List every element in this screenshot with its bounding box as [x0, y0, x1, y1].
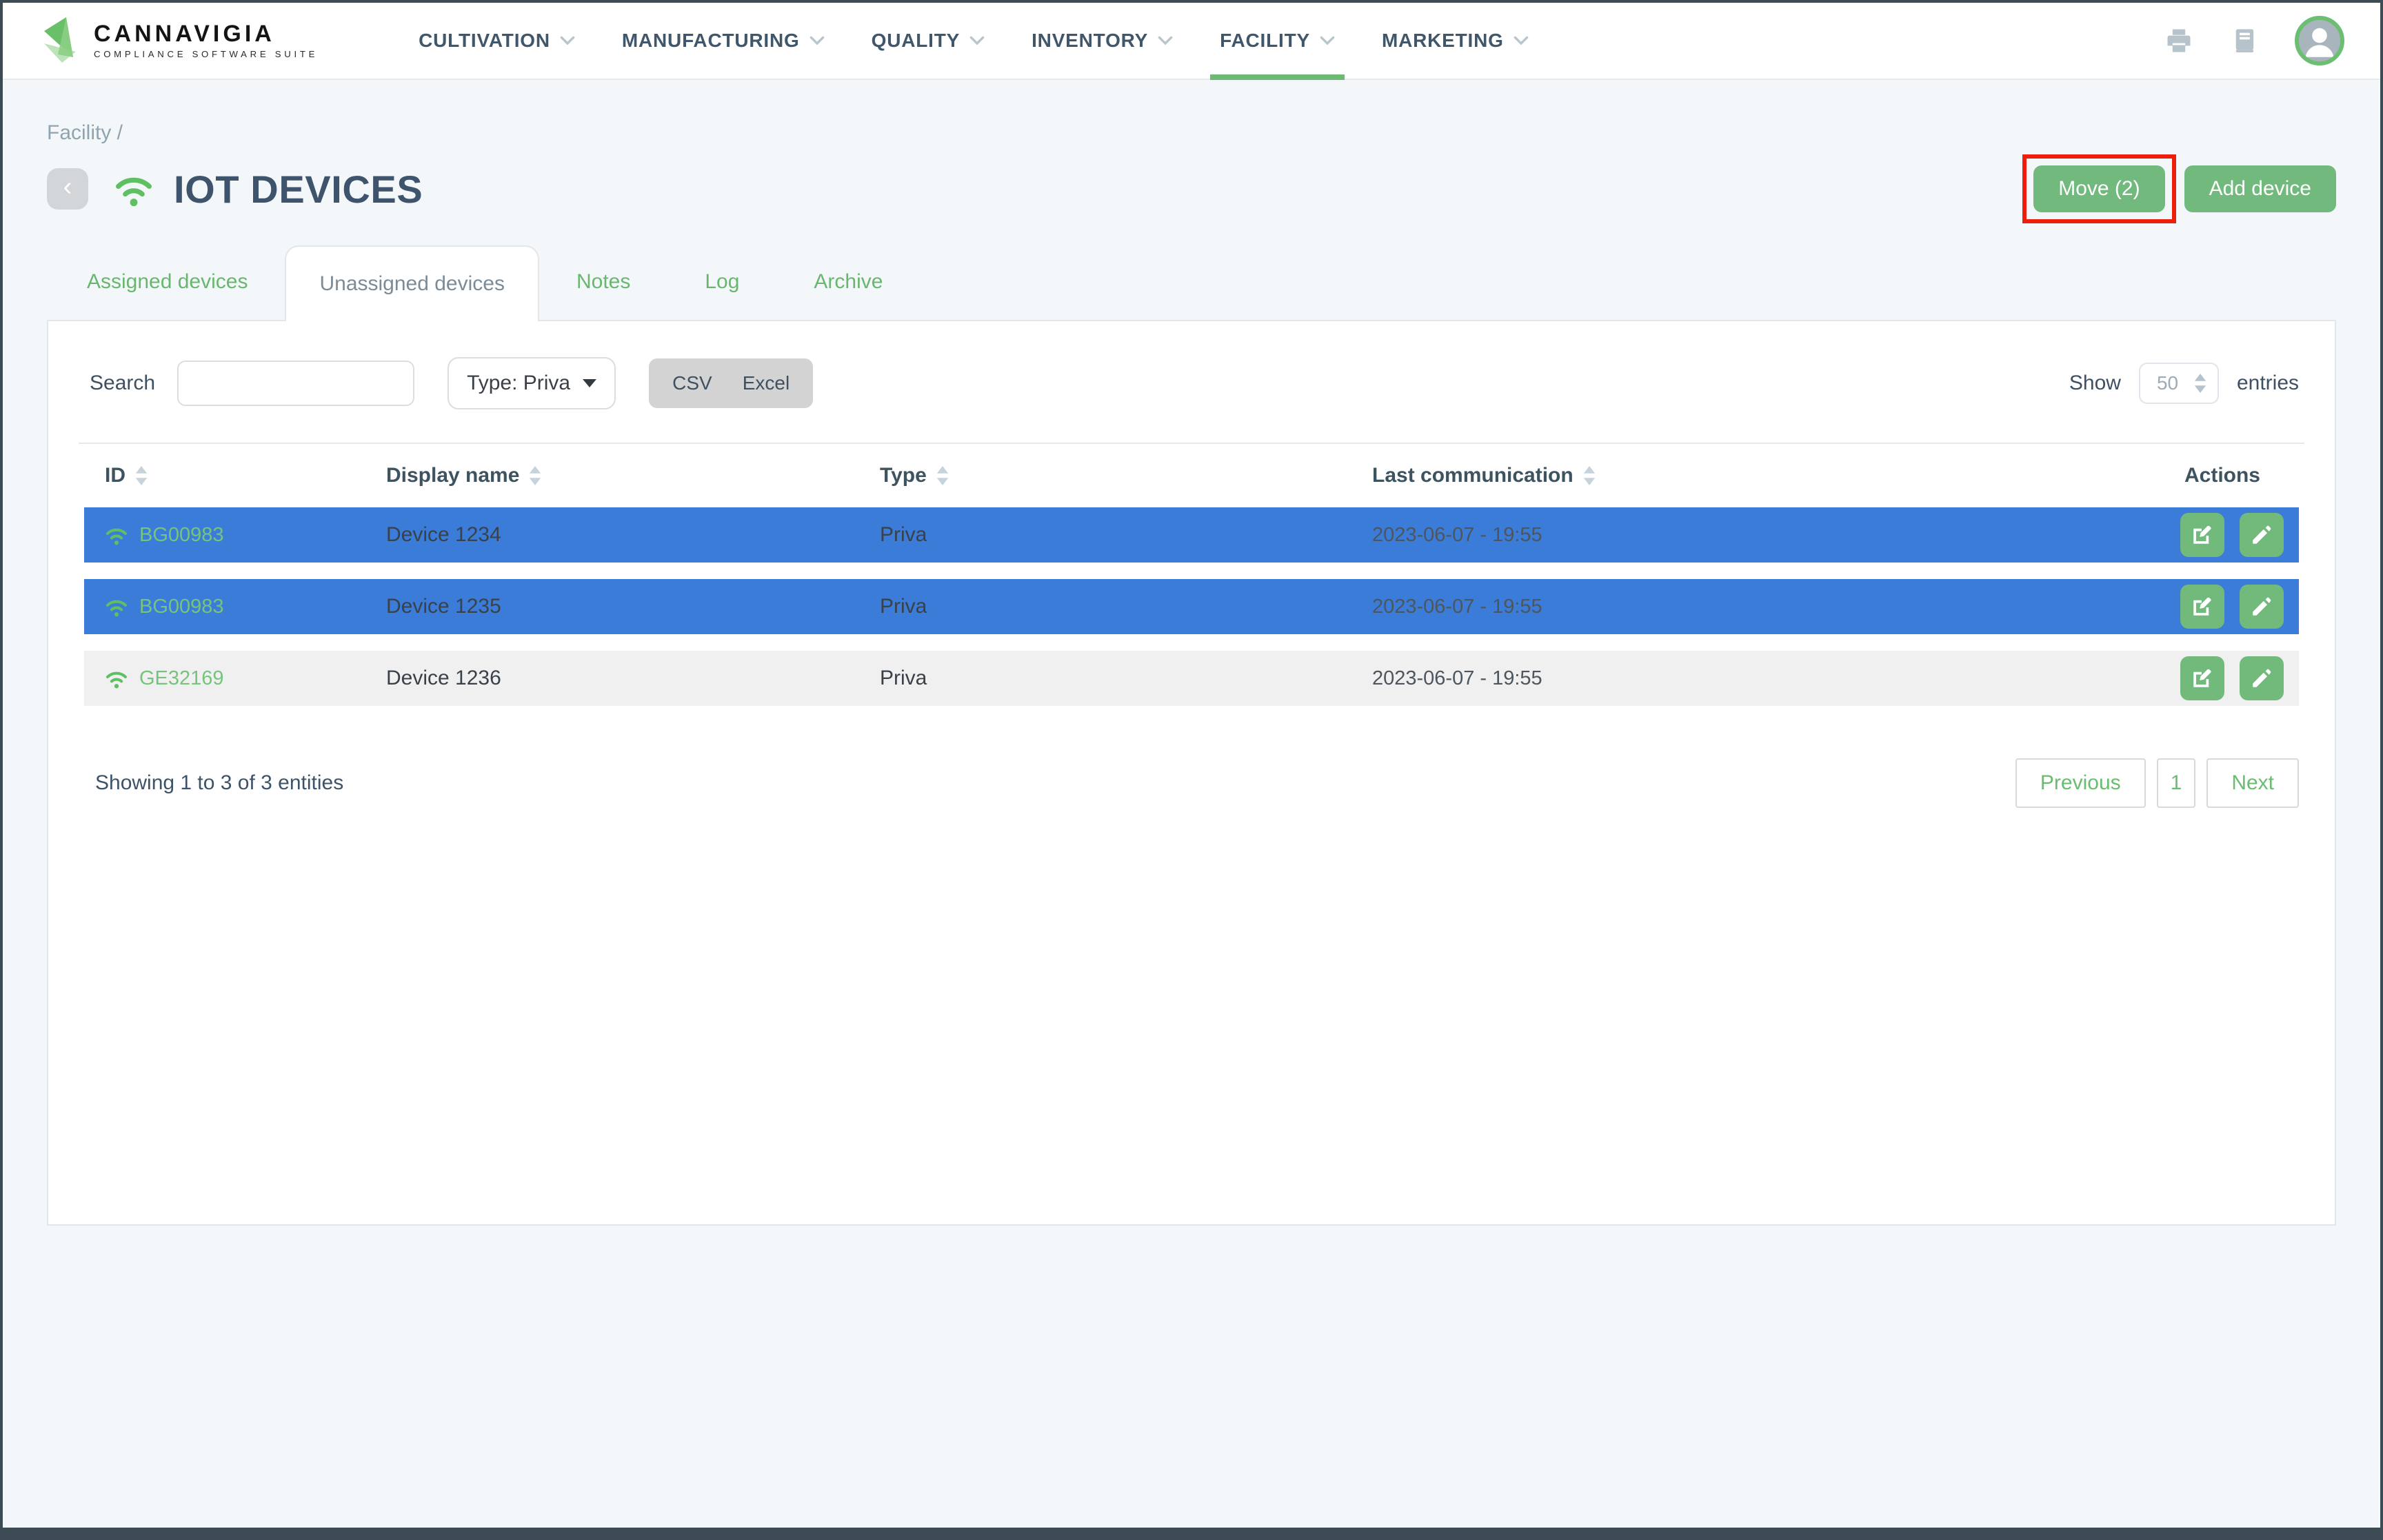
- export-excel-button[interactable]: Excel: [743, 372, 790, 394]
- search-input[interactable]: [177, 361, 414, 406]
- search-label: Search: [90, 372, 155, 395]
- wifi-icon: [113, 171, 154, 207]
- device-id: BG00983: [139, 524, 224, 547]
- column-header-id[interactable]: ID: [84, 464, 386, 487]
- print-icon: [2164, 26, 2194, 56]
- wifi-icon: [105, 668, 128, 689]
- nav-menu-item-inventory[interactable]: INVENTORY: [1008, 3, 1196, 79]
- user-avatar[interactable]: [2295, 16, 2344, 65]
- type-filter-value: Type: Priva: [467, 372, 570, 395]
- spinner-arrows-icon[interactable]: [2194, 374, 2206, 393]
- device-last-communication: 2023-06-07 - 19:55: [1372, 596, 2131, 618]
- print-button[interactable]: [2164, 26, 2194, 56]
- add-device-button[interactable]: Add device: [2184, 165, 2336, 212]
- device-id: BG00983: [139, 596, 224, 618]
- device-last-communication: 2023-06-07 - 19:55: [1372, 667, 2131, 690]
- sort-icon: [135, 466, 148, 485]
- device-name: Device 1234: [386, 523, 880, 547]
- brand-name: CANNAVIGIA: [94, 22, 318, 45]
- page-title: IOT DEVICES: [174, 167, 423, 212]
- tab-assigned-devices[interactable]: Assigned devices: [50, 244, 285, 320]
- caret-down-icon: [583, 379, 596, 387]
- documentation-button[interactable]: [2230, 26, 2259, 56]
- show-label: Show: [2069, 372, 2121, 395]
- tab-archive[interactable]: Archive: [776, 244, 920, 320]
- device-last-communication: 2023-06-07 - 19:55: [1372, 524, 2131, 547]
- chevron-down-icon: [1158, 36, 1173, 45]
- tab-unassigned-devices[interactable]: Unassigned devices: [285, 245, 539, 321]
- pencil-icon: [2250, 667, 2273, 690]
- export-group: CSV Excel: [649, 358, 813, 408]
- nav-menu-item-quality[interactable]: QUALITY: [848, 3, 1008, 79]
- page-size-stepper[interactable]: [2139, 363, 2219, 404]
- table-row[interactable]: BG00983 Device 1234 Priva 2023-06-07 - 1…: [84, 507, 2299, 563]
- column-header-display-name[interactable]: Display name: [386, 464, 880, 487]
- device-type: Priva: [880, 667, 1372, 690]
- pagination-previous[interactable]: Previous: [2015, 758, 2146, 808]
- nav-menu-item-facility[interactable]: FACILITY: [1196, 3, 1358, 79]
- tab-log[interactable]: Log: [667, 244, 776, 320]
- results-summary: Showing 1 to 3 of 3 entities: [84, 771, 343, 795]
- nav-menu-item-marketing[interactable]: MARKETING: [1358, 3, 1552, 79]
- wifi-icon: [105, 525, 128, 545]
- device-id: GE32169: [139, 667, 224, 690]
- column-header-actions: Actions: [2131, 464, 2299, 487]
- pagination-next[interactable]: Next: [2206, 758, 2299, 808]
- back-button[interactable]: ‹: [47, 168, 88, 210]
- sort-icon: [936, 466, 949, 485]
- move-button[interactable]: Move (2): [2033, 165, 2164, 212]
- nav-menu-item-cultivation[interactable]: CULTIVATION: [395, 3, 599, 79]
- rename-device-button[interactable]: [2240, 585, 2284, 629]
- pencil-icon: [2250, 523, 2273, 547]
- edit-device-button[interactable]: [2180, 656, 2224, 700]
- leaf-logo-icon: [39, 16, 83, 65]
- main-nav: CULTIVATION MANUFACTURING QUALITY INVENT…: [395, 3, 1552, 79]
- top-header: CANNAVIGIA COMPLIANCE SOFTWARE SUITE CUL…: [3, 3, 2380, 80]
- table-body: BG00983 Device 1234 Priva 2023-06-07 - 1…: [84, 507, 2299, 706]
- brand-logo[interactable]: CANNAVIGIA COMPLIANCE SOFTWARE SUITE: [39, 16, 318, 65]
- user-icon: [2299, 20, 2340, 61]
- column-header-type[interactable]: Type: [880, 464, 1372, 487]
- device-name: Device 1235: [386, 595, 880, 618]
- pagination-page-1[interactable]: 1: [2157, 758, 2196, 808]
- breadcrumb[interactable]: Facility /: [47, 80, 2336, 145]
- edit-device-button[interactable]: [2180, 585, 2224, 629]
- table-row[interactable]: BG00983 Device 1235 Priva 2023-06-07 - 1…: [84, 579, 2299, 634]
- pencil-icon: [2250, 595, 2273, 618]
- rename-device-button[interactable]: [2240, 513, 2284, 557]
- device-type: Priva: [880, 595, 1372, 618]
- chevron-down-icon: [560, 36, 575, 45]
- app-window: CANNAVIGIA COMPLIANCE SOFTWARE SUITE CUL…: [0, 0, 2383, 1540]
- edit-square-icon: [2191, 595, 2214, 618]
- entries-label: entries: [2237, 372, 2299, 395]
- edit-square-icon: [2191, 523, 2214, 547]
- page-size-value[interactable]: [2157, 372, 2190, 394]
- column-header-last-communication[interactable]: Last communication: [1372, 464, 2131, 487]
- tab-notes[interactable]: Notes: [539, 244, 667, 320]
- wifi-icon: [105, 596, 128, 617]
- sort-icon: [1583, 466, 1596, 485]
- nav-menu-item-manufacturing[interactable]: MANUFACTURING: [599, 3, 848, 79]
- chevron-down-icon: [1514, 36, 1529, 45]
- pagination: Previous 1 Next: [2015, 758, 2299, 808]
- brand-tagline: COMPLIANCE SOFTWARE SUITE: [94, 50, 318, 59]
- table-header: ID Display name Type Last communication …: [84, 444, 2299, 507]
- type-filter-dropdown[interactable]: Type: Priva: [448, 357, 616, 409]
- export-csv-button[interactable]: CSV: [672, 372, 712, 394]
- edit-device-button[interactable]: [2180, 513, 2224, 557]
- chevron-down-icon: [810, 36, 825, 45]
- devices-panel: Search Type: Priva CSV Excel Show: [47, 320, 2336, 1226]
- table-row[interactable]: GE32169 Device 1236 Priva 2023-06-07 - 1…: [84, 651, 2299, 706]
- rename-device-button[interactable]: [2240, 656, 2284, 700]
- sort-icon: [529, 466, 541, 485]
- tab-bar: Assigned devices Unassigned devices Note…: [47, 244, 2336, 320]
- device-type: Priva: [880, 523, 1372, 547]
- chevron-down-icon: [1320, 36, 1335, 45]
- book-icon: [2230, 26, 2259, 56]
- edit-square-icon: [2191, 667, 2214, 690]
- device-name: Device 1236: [386, 667, 880, 690]
- chevron-down-icon: [969, 36, 985, 45]
